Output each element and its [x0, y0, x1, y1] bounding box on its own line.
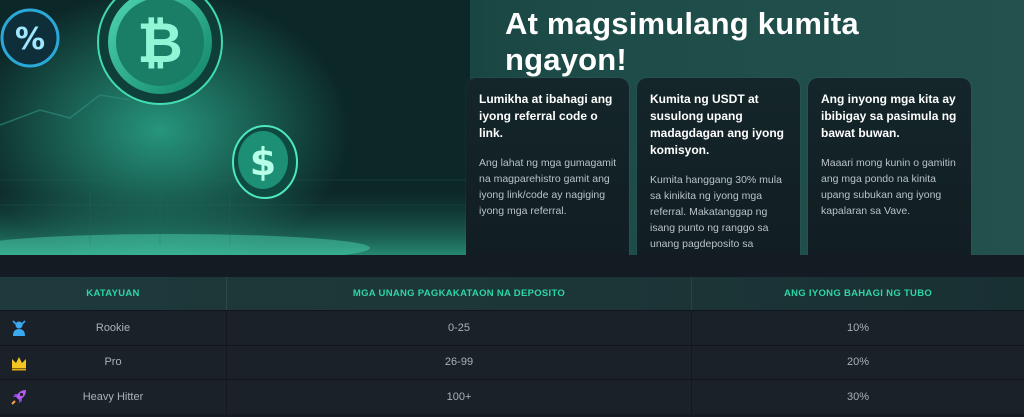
- status-cell: Heavy Hitter: [0, 380, 227, 414]
- crown-icon: [12, 356, 26, 370]
- dollar-coin-icon: $: [232, 125, 298, 199]
- table-header: KATAYUAN MGA UNANG PAGKAKATAON NA DEPOSI…: [0, 277, 1024, 310]
- table-row: Heavy Hitter 100+ 30%: [0, 379, 1024, 414]
- svg-text:₿: ₿: [137, 11, 183, 76]
- status-name: Heavy Hitter: [82, 390, 144, 403]
- share-cell: 30%: [846, 390, 870, 403]
- rocket-icon: [11, 390, 26, 405]
- deposits-cell: 0-25: [227, 311, 692, 345]
- info-card-referral-code: Lumikha at ibahagi ang iyong referral co…: [466, 78, 629, 255]
- referral-hero-banner: % ₿ $ At magsimulang kumita ngayon! Lumi…: [0, 0, 1024, 255]
- share-cell: 10%: [846, 321, 870, 334]
- info-card-earn-usdt: Kumita ng USDT at susulong upang madagda…: [637, 78, 800, 255]
- share-cell: 20%: [846, 356, 870, 369]
- hero-title: At magsimulang kumita ngayon!: [505, 6, 859, 77]
- status-name: Pro: [104, 356, 122, 369]
- info-card-monthly-payout: Ang inyong mga kita ay ibibigay sa pasim…: [808, 78, 971, 255]
- table-row: Pro 26-99 20%: [0, 344, 1024, 379]
- page: % ₿ $ At magsimulang kumita ngayon! Lumi…: [0, 0, 1024, 417]
- header-status: KATAYUAN: [0, 277, 227, 310]
- card-title: Ang inyong mga kita ay ibibigay sa pasim…: [821, 92, 957, 140]
- card-text: Ang lahat ng mga gumagamit na magparehis…: [479, 157, 617, 217]
- header-profit-share: ANG IYONG BAHAGI NG TUBO: [783, 288, 933, 299]
- status-cell: Pro: [0, 345, 227, 379]
- card-text: Kumita hanggang 30% mula sa kinikita ng …: [650, 174, 782, 255]
- card-title: Kumita ng USDT at susulong upang madagda…: [650, 92, 785, 157]
- deposits-cell: 26-99: [227, 345, 692, 379]
- svg-text:$: $: [250, 140, 276, 184]
- table-row: Rookie 0-25 10%: [0, 310, 1024, 345]
- card-text: Maaari mong kunin o gamitin ang mga pond…: [821, 157, 956, 217]
- status-name: Rookie: [95, 321, 131, 334]
- status-cell: Rookie: [0, 311, 227, 345]
- hero-illustration: % ₿ $: [0, 0, 470, 255]
- deposits-cell: 100+: [227, 380, 692, 414]
- rookie-icon: [12, 320, 26, 336]
- svg-text:%: %: [15, 22, 45, 57]
- header-first-deposits: MGA UNANG PAGKAKATAON NA DEPOSITO: [227, 277, 692, 310]
- card-title: Lumikha at ibahagi ang iyong referral co…: [479, 92, 613, 140]
- referral-rank-table: KATAYUAN MGA UNANG PAGKAKATAON NA DEPOSI…: [0, 277, 1024, 414]
- percent-icon: %: [0, 8, 60, 68]
